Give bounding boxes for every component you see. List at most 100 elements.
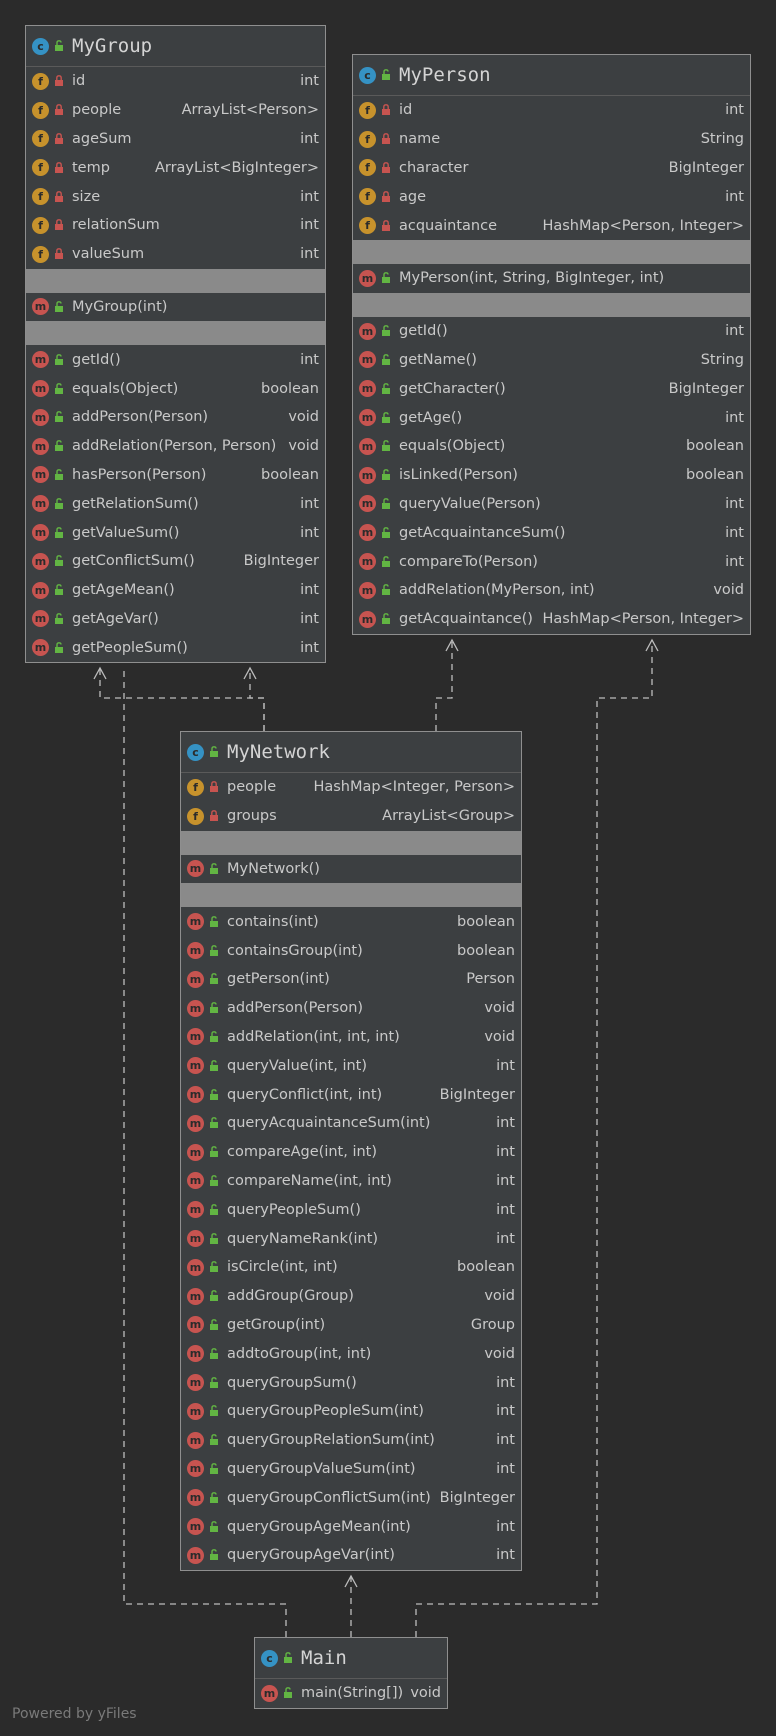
method-row[interactable]: m queryAcquaintanceSum(int) int: [181, 1109, 521, 1138]
field-row-list: f people HashMap<Integer, Person> f groups Ar…: [181, 773, 521, 831]
field-row-type: ArrayList<BigInteger>: [154, 159, 319, 176]
class-name: Main: [301, 1647, 347, 1669]
method-row[interactable]: m main(String[]) void: [255, 1679, 447, 1708]
method-row[interactable]: m getAcquaintance() HashMap<Person, Intege…: [353, 605, 750, 634]
method-row[interactable]: m containsGroup(int) boolean: [181, 936, 521, 965]
field-row[interactable]: f id int: [26, 67, 325, 96]
field-row[interactable]: f acquaintance HashMap<Person, Integer>: [353, 211, 750, 240]
class-myperson[interactable]: c MyPerson f id int f name String f character BigI…: [352, 54, 751, 635]
method-row[interactable]: m queryPeopleSum() int: [181, 1195, 521, 1224]
class-main[interactable]: c Main m main(String[]) void: [254, 1637, 448, 1709]
method-row[interactable]: m addPerson(Person) void: [26, 403, 325, 432]
method-row[interactable]: m getConflictSum() BigInteger: [26, 547, 325, 576]
method-row[interactable]: m getRelationSum() int: [26, 489, 325, 518]
method-row[interactable]: m getId() int: [26, 345, 325, 374]
method-row-name: queryGroupSum(): [227, 1374, 357, 1391]
method-row[interactable]: m queryGroupSum() int: [181, 1368, 521, 1397]
method-row-name: queryNameRank(int): [227, 1230, 379, 1247]
method-row-name: queryGroupAgeMean(int): [227, 1518, 411, 1535]
method-row[interactable]: m queryGroupValueSum(int) int: [181, 1455, 521, 1484]
lock-open-icon: [381, 272, 391, 284]
method-row[interactable]: m queryGroupRelationSum(int) int: [181, 1426, 521, 1455]
lock-open-icon: [209, 1290, 219, 1302]
method-row[interactable]: m queryGroupPeopleSum(int) int: [181, 1397, 521, 1426]
method-row[interactable]: m addPerson(Person) void: [181, 994, 521, 1023]
method-row[interactable]: m hasPerson(Person) boolean: [26, 461, 325, 490]
method-row-type: Person: [466, 971, 515, 988]
constructor-row[interactable]: m MyGroup(int): [26, 293, 325, 322]
method-row[interactable]: m contains(int) boolean: [181, 907, 521, 936]
method-row-name: queryConflict(int, int): [227, 1086, 383, 1103]
method-row[interactable]: m getAcquaintanceSum() int: [353, 518, 750, 547]
method-badge-icon: m: [187, 1374, 204, 1392]
method-row[interactable]: m getAge() int: [353, 403, 750, 432]
method-row[interactable]: m equals(Object) boolean: [353, 432, 750, 461]
method-row[interactable]: m queryValue(Person) int: [353, 490, 750, 519]
field-row[interactable]: f name String: [353, 125, 750, 154]
method-badge-icon: m: [187, 1028, 204, 1046]
lock-open-icon: [209, 1175, 219, 1187]
method-row-type: int: [496, 1403, 515, 1420]
constructor-row[interactable]: m MyPerson(int, String, BigInteger, int): [353, 264, 750, 293]
method-row[interactable]: m getValueSum() int: [26, 518, 325, 547]
field-row[interactable]: f valueSum int: [26, 240, 325, 269]
class-name: MyGroup: [72, 35, 153, 57]
constructor-row[interactable]: m MyNetwork(): [181, 855, 521, 884]
method-row[interactable]: m addRelation(Person, Person) void: [26, 432, 325, 461]
lock-open-icon: [54, 469, 64, 481]
method-row[interactable]: m queryConflict(int, int) BigInteger: [181, 1080, 521, 1109]
method-row[interactable]: m getAgeVar() int: [26, 605, 325, 634]
field-row[interactable]: f groups ArrayList<Group>: [181, 802, 521, 831]
lock-open-icon: [209, 1146, 219, 1158]
method-row[interactable]: m addRelation(int, int, int) void: [181, 1023, 521, 1052]
method-row[interactable]: m getGroup(int) Group: [181, 1311, 521, 1340]
class-mynetwork[interactable]: c MyNetwork f people HashMap<Integer, Person…: [180, 731, 522, 1571]
method-row[interactable]: m getPeopleSum() int: [26, 633, 325, 662]
lock-open-icon: [54, 497, 64, 510]
class-mygroup[interactable]: c MyGroup f id int f people ArrayList<Person> f a…: [25, 25, 326, 664]
method-row[interactable]: m isCircle(int, int) boolean: [181, 1253, 521, 1282]
method-row[interactable]: m isLinked(Person) boolean: [353, 461, 750, 490]
method-badge-icon: m: [359, 524, 376, 542]
method-row-type: boolean: [261, 380, 319, 397]
method-row[interactable]: m getAgeMean() int: [26, 576, 325, 605]
field-row[interactable]: f age int: [353, 182, 750, 211]
method-row[interactable]: m equals(Object) boolean: [26, 374, 325, 403]
method-row-name: getGroup(int): [227, 1316, 326, 1333]
method-row[interactable]: m compareTo(Person) int: [353, 547, 750, 576]
field-row[interactable]: f people HashMap<Integer, Person>: [181, 773, 521, 802]
lock-open-icon: [209, 1232, 219, 1245]
field-row[interactable]: f size int: [26, 182, 325, 211]
method-row[interactable]: m compareAge(int, int) int: [181, 1138, 521, 1167]
method-row-type: int: [496, 1172, 515, 1189]
method-row[interactable]: m addRelation(MyPerson, int) void: [353, 576, 750, 605]
method-row-type: boolean: [686, 438, 744, 455]
method-row[interactable]: m getName() String: [353, 346, 750, 375]
field-row[interactable]: f relationSum int: [26, 211, 325, 240]
field-row[interactable]: f id int: [353, 96, 750, 125]
method-row[interactable]: m compareName(int, int) int: [181, 1167, 521, 1196]
field-row[interactable]: f ageSum int: [26, 125, 325, 154]
method-row[interactable]: m getId() int: [353, 317, 750, 346]
method-row[interactable]: m queryGroupAgeMean(int) int: [181, 1512, 521, 1541]
method-row[interactable]: m queryValue(int, int) int: [181, 1051, 521, 1080]
method-row-type: int: [496, 1374, 515, 1391]
method-row-type: BigInteger: [439, 1086, 515, 1103]
method-row[interactable]: m queryNameRank(int) int: [181, 1224, 521, 1253]
edge-network-to-group-left: [99, 668, 265, 731]
field-badge-icon: f: [359, 101, 376, 119]
method-badge-icon: m: [359, 269, 376, 287]
method-row[interactable]: m getPerson(int) Person: [181, 965, 521, 994]
field-row[interactable]: f temp ArrayList<BigInteger>: [26, 153, 325, 182]
method-row[interactable]: m getCharacter() BigInteger: [353, 374, 750, 403]
field-row[interactable]: f character BigInteger: [353, 154, 750, 183]
method-row[interactable]: m addGroup(Group) void: [181, 1282, 521, 1311]
lock-open-icon: [54, 526, 64, 539]
method-row[interactable]: m addtoGroup(int, int) void: [181, 1339, 521, 1368]
method-badge-icon: m: [187, 1230, 204, 1248]
method-row-type: int: [300, 582, 319, 599]
method-row[interactable]: m queryGroupConflictSum(int) BigInteger: [181, 1483, 521, 1512]
method-row[interactable]: m queryGroupAgeVar(int) int: [181, 1541, 521, 1570]
method-badge-icon: m: [359, 380, 376, 398]
field-row[interactable]: f people ArrayList<Person>: [26, 96, 325, 125]
